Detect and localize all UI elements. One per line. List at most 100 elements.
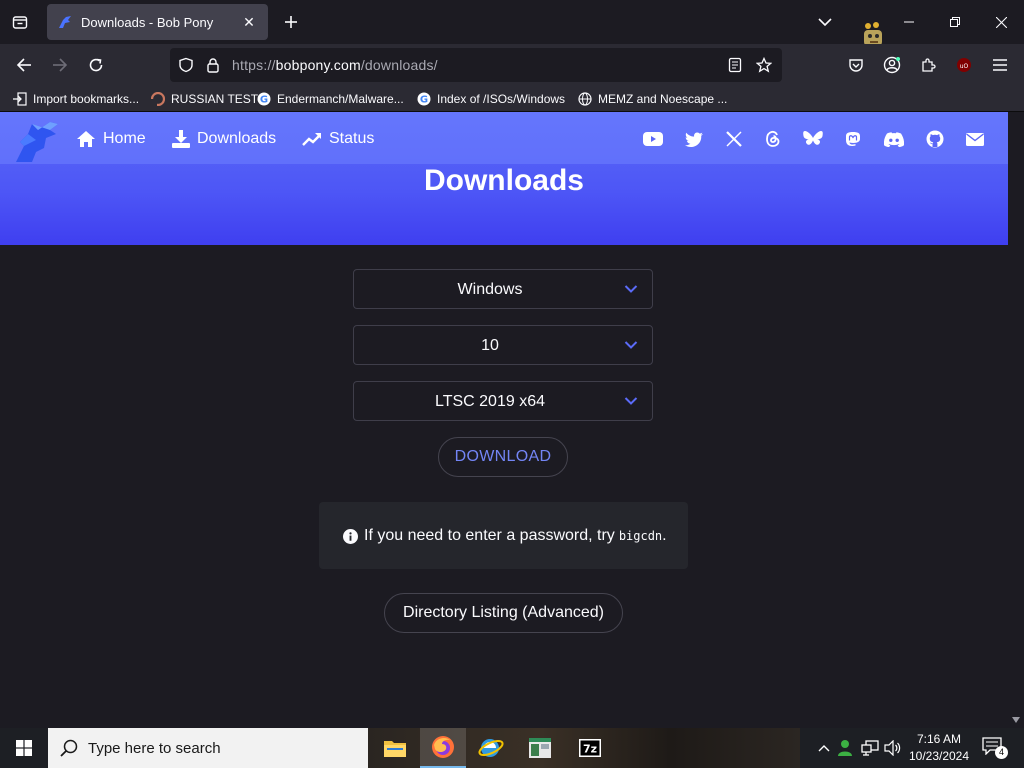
tab-strip: Downloads - Bob Pony ✕ — [0, 0, 1024, 46]
os-select[interactable]: Windows — [353, 269, 653, 309]
minimize-icon — [904, 21, 914, 23]
page-scrollbar[interactable] — [1008, 112, 1024, 728]
taskbar-firefox[interactable] — [420, 728, 466, 768]
bluesky-link[interactable] — [803, 129, 823, 149]
twitter-icon — [685, 132, 703, 147]
taskbar-clock[interactable]: 7:16 AM 10/23/2024 — [904, 731, 974, 765]
search-icon — [60, 739, 78, 757]
close-icon — [995, 16, 1007, 28]
reader-view-icon[interactable] — [728, 57, 742, 73]
volume-icon — [884, 740, 901, 756]
address-bar[interactable]: https://bobpony.com/downloads/ — [170, 48, 782, 82]
x-link[interactable] — [724, 129, 744, 149]
account-icon — [883, 56, 901, 74]
shield-icon[interactable] — [178, 57, 194, 73]
tray-network[interactable] — [860, 738, 880, 758]
bookmark-index-isos[interactable]: G Index of /ISOs/Windows — [416, 90, 565, 108]
password-info-box: If you need to enter a password, try big… — [319, 502, 688, 569]
app-menu-button[interactable] — [985, 50, 1015, 80]
navigation-toolbar: https://bobpony.com/downloads/ uO — [0, 44, 1024, 86]
pocket-button[interactable] — [841, 50, 871, 80]
app-window-icon — [529, 738, 551, 758]
github-link[interactable] — [925, 129, 945, 149]
network-icon — [861, 740, 879, 756]
bookmark-star-icon[interactable] — [756, 57, 772, 73]
taskbar-internet-explorer[interactable] — [468, 728, 514, 768]
7zip-icon: 7z — [579, 739, 601, 757]
taskbar-7zip[interactable]: 7z — [567, 728, 613, 768]
user-status-icon — [838, 740, 852, 756]
extensions-button[interactable] — [913, 50, 943, 80]
account-button[interactable] — [877, 50, 907, 80]
arrow-right-icon — [53, 58, 68, 72]
close-tab-icon[interactable]: ✕ — [240, 13, 258, 31]
bluesky-icon — [803, 131, 823, 145]
nav-downloads[interactable]: Downloads — [172, 128, 276, 150]
version-select[interactable]: 10 — [353, 325, 653, 365]
clock-date: 10/23/2024 — [908, 749, 970, 763]
bobpony-logo-icon[interactable] — [10, 116, 62, 166]
tray-people[interactable] — [836, 738, 856, 758]
taskbar-file-explorer[interactable] — [372, 728, 418, 768]
forward-button[interactable] — [45, 50, 75, 80]
internet-globe-icon — [478, 739, 504, 757]
home-icon — [77, 131, 95, 147]
download-icon — [172, 130, 190, 148]
x-icon — [726, 131, 742, 147]
taskbar-app-window[interactable] — [517, 728, 563, 768]
bookmark-import[interactable]: Import bookmarks... — [12, 90, 139, 108]
threads-link[interactable] — [763, 129, 783, 149]
ublock-button[interactable]: uO — [949, 50, 979, 80]
nav-status-label: Status — [329, 130, 375, 147]
twitter-link[interactable] — [684, 129, 704, 149]
start-button[interactable] — [0, 728, 48, 768]
edition-select[interactable]: LTSC 2019 x64 — [353, 381, 653, 421]
directory-listing-button[interactable]: Directory Listing (Advanced) — [384, 593, 623, 633]
chevron-down-icon — [818, 18, 832, 27]
discord-link[interactable] — [884, 129, 904, 149]
notification-count: 4 — [995, 746, 1008, 759]
new-tab-button[interactable] — [278, 9, 304, 35]
action-center-button[interactable]: 4 — [982, 737, 1008, 759]
bookmark-russian-test[interactable]: RUSSIAN TEST — [150, 90, 258, 108]
url-text[interactable]: https://bobpony.com/downloads/ — [232, 57, 438, 73]
svg-text:uO: uO — [960, 63, 969, 70]
chevron-down-icon — [624, 397, 638, 405]
list-all-tabs-button[interactable] — [812, 10, 838, 34]
download-button[interactable]: DOWNLOAD — [438, 437, 568, 477]
search-placeholder: Type here to search — [88, 739, 221, 757]
tray-volume[interactable] — [883, 738, 903, 758]
chevron-down-icon — [624, 341, 638, 349]
import-icon — [12, 91, 28, 107]
tray-overflow-button[interactable] — [814, 738, 834, 758]
youtube-link[interactable] — [643, 129, 663, 149]
web-page: Home Downloads Status Downloads Windows … — [0, 112, 1008, 728]
minimize-button[interactable] — [887, 8, 931, 36]
restore-button[interactable] — [933, 8, 977, 36]
url-scheme: https:// — [232, 57, 276, 73]
chevron-down-icon — [624, 285, 638, 293]
browser-tab-active[interactable]: Downloads - Bob Pony ✕ — [47, 4, 268, 40]
tab-list-icon — [12, 16, 28, 29]
tab-list-button[interactable] — [6, 8, 34, 36]
taskbar-search-box[interactable]: Type here to search — [48, 728, 368, 768]
password-code: bigcdn — [618, 529, 663, 543]
url-path: /downloads/ — [360, 57, 438, 73]
google-icon: G — [416, 91, 432, 107]
bookmark-endermanch[interactable]: G Endermanch/Malware... — [256, 90, 404, 108]
mastodon-link[interactable] — [843, 129, 863, 149]
nav-home[interactable]: Home — [76, 128, 146, 150]
reload-button[interactable] — [81, 50, 111, 80]
puzzle-icon — [922, 58, 936, 72]
scroll-down-arrow-icon[interactable] — [1012, 716, 1020, 724]
trending-icon — [302, 133, 321, 146]
bookmark-memz[interactable]: MEMZ and Noescape ... — [577, 90, 727, 108]
lock-icon[interactable] — [206, 57, 220, 73]
back-button[interactable] — [9, 50, 39, 80]
nav-downloads-label: Downloads — [197, 130, 277, 147]
email-link[interactable] — [965, 129, 985, 149]
nav-status[interactable]: Status — [302, 128, 374, 150]
info-suffix: . — [662, 527, 667, 544]
close-window-button[interactable] — [979, 8, 1023, 36]
discord-icon — [884, 131, 904, 147]
